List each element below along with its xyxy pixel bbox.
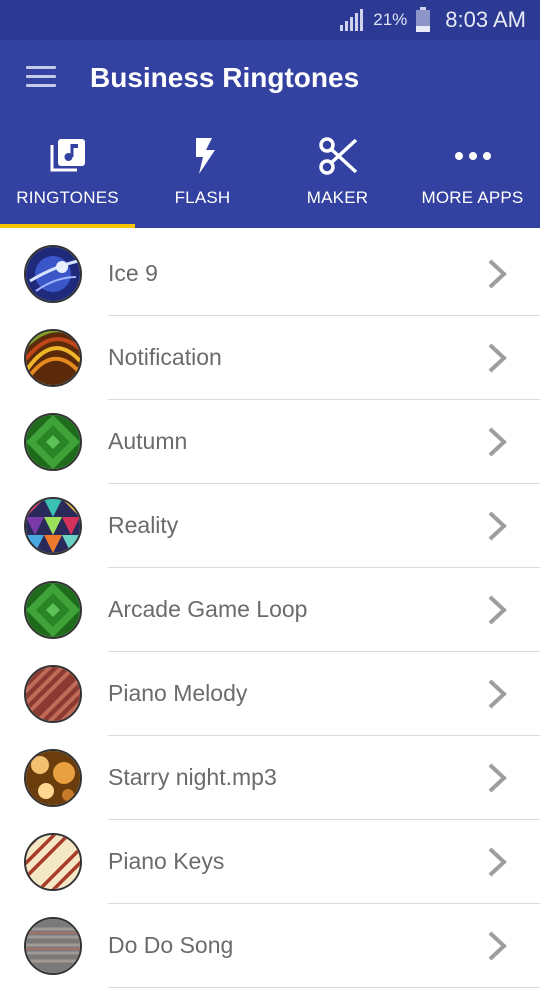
- ringtone-row[interactable]: Piano Keys: [0, 820, 540, 904]
- tab-ringtones[interactable]: RINGTONES: [0, 120, 135, 228]
- tab-ringtones-label: RINGTONES: [16, 188, 119, 207]
- chevron-right-icon[interactable]: [482, 762, 512, 794]
- ringtone-thumbnail: [24, 665, 82, 723]
- ringtone-thumbnail: [24, 749, 82, 807]
- chevron-right-icon[interactable]: [482, 678, 512, 710]
- ringtone-thumbnail: [24, 329, 82, 387]
- status-bar: 21% 8:03 AM: [0, 0, 540, 40]
- tab-maker[interactable]: MAKER: [270, 120, 405, 228]
- music-library-icon: [50, 139, 85, 172]
- chevron-right-icon[interactable]: [482, 930, 512, 962]
- ringtone-row[interactable]: Autumn: [0, 400, 540, 484]
- tab-bar: RINGTONES FLASH MAKER MORE APPS: [0, 120, 540, 228]
- ringtone-thumbnail: [24, 833, 82, 891]
- ringtone-name: Ice 9: [108, 260, 158, 286]
- ringtone-name: Arcade Game Loop: [108, 596, 308, 622]
- ringtone-name: Piano Keys: [108, 848, 225, 874]
- ringtone-thumbnail: [24, 581, 82, 639]
- ringtone-row[interactable]: Reality: [0, 484, 540, 568]
- ringtone-list: Ice 9 Notification Autumn Reality Arcade…: [0, 232, 540, 988]
- hamburger-menu-icon[interactable]: [26, 66, 58, 92]
- ringtone-name: Notification: [108, 344, 222, 370]
- ringtone-thumbnail: [24, 497, 82, 555]
- battery-icon: [416, 7, 431, 32]
- ringtone-thumbnail: [24, 413, 82, 471]
- chevron-right-icon[interactable]: [482, 426, 512, 458]
- ringtone-row[interactable]: Arcade Game Loop: [0, 568, 540, 652]
- ringtone-name: Autumn: [108, 428, 188, 454]
- chevron-right-icon[interactable]: [482, 510, 512, 542]
- chevron-right-icon[interactable]: [482, 594, 512, 626]
- clock: 8:03 AM: [445, 7, 526, 32]
- ringtone-row[interactable]: Starry night.mp3: [0, 736, 540, 820]
- scissors-icon: [318, 137, 357, 175]
- ringtone-name: Piano Melody: [108, 680, 248, 706]
- chevron-right-icon[interactable]: [482, 342, 512, 374]
- ringtone-row[interactable]: Notification: [0, 316, 540, 400]
- signal-bars-icon: [340, 9, 364, 31]
- ringtone-thumbnail: [24, 245, 82, 303]
- chevron-right-icon[interactable]: [482, 258, 512, 290]
- tab-more-apps-label: MORE APPS: [421, 188, 524, 207]
- more-dots-icon: [454, 152, 491, 160]
- status-indicators: 21% 8:03 AM: [339, 6, 526, 34]
- ringtone-row[interactable]: Ice 9: [0, 232, 540, 316]
- selected-tab-indicator: [0, 224, 135, 228]
- tab-flash[interactable]: FLASH: [135, 120, 270, 228]
- ringtone-row[interactable]: Do Do Song: [0, 904, 540, 988]
- app-title: Business Ringtones: [90, 62, 360, 93]
- ringtone-thumbnail: [24, 917, 82, 975]
- tab-maker-label: MAKER: [306, 188, 369, 207]
- flash-icon: [195, 138, 215, 174]
- chevron-right-icon[interactable]: [482, 846, 512, 878]
- tab-more-apps[interactable]: MORE APPS: [405, 120, 540, 228]
- ringtone-row[interactable]: Piano Melody: [0, 652, 540, 736]
- ringtone-name: Starry night.mp3: [108, 764, 277, 790]
- ringtone-name: Reality: [108, 512, 179, 538]
- ringtone-name: Do Do Song: [108, 932, 234, 958]
- battery-percent: 21%: [373, 10, 408, 29]
- tab-flash-label: FLASH: [174, 188, 231, 207]
- app-bar: Business Ringtones: [0, 40, 540, 120]
